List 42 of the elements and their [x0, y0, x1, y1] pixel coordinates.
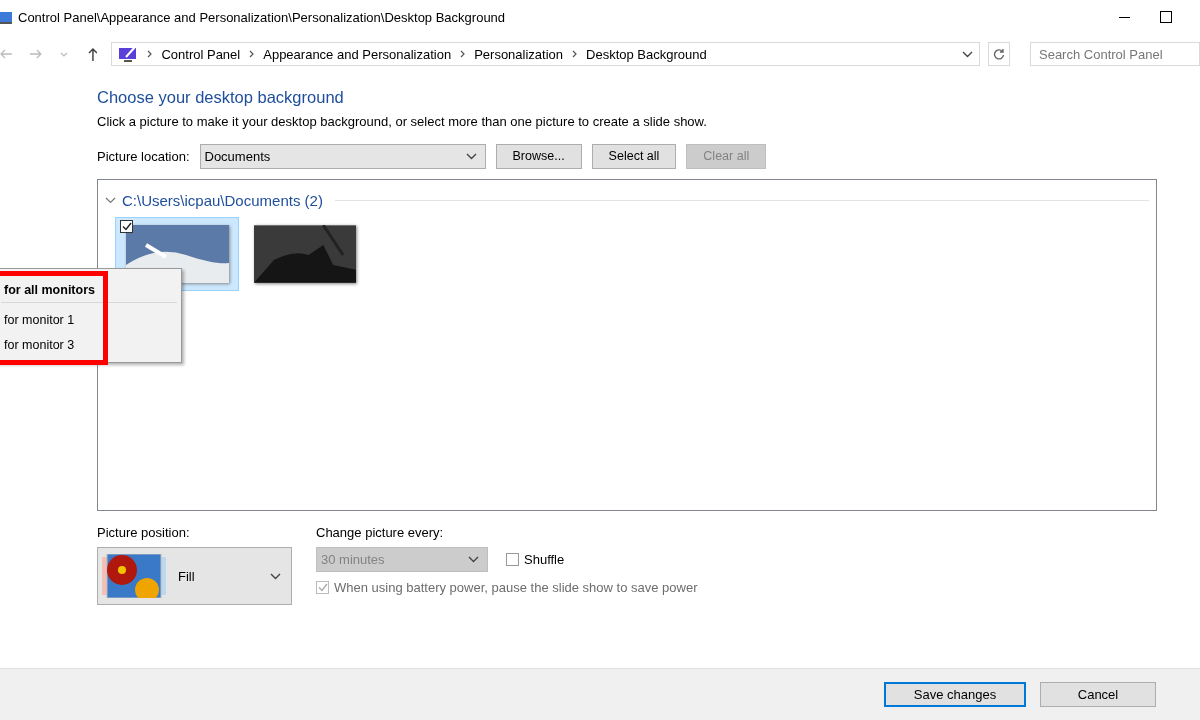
chevron-down-icon	[465, 152, 477, 160]
minimize-icon[interactable]	[1119, 16, 1130, 18]
window-title: Control Panel\Appearance and Personalization\Personalization\Desktop Background	[18, 9, 506, 25]
chevron-right-icon	[147, 50, 153, 58]
dialog-button[interactable]: Cancel	[1040, 682, 1156, 707]
description-text: Click a picture to make it your desktop background, or select more than one picture to create a slide show.	[97, 114, 708, 129]
breadcrumb[interactable]: Desktop Background	[586, 46, 707, 62]
chevron-down-icon[interactable]	[105, 197, 116, 204]
action-button[interactable]: Select all	[591, 143, 677, 169]
search-field[interactable]: Search Control Panel	[1030, 42, 1200, 66]
chevron-down-icon	[468, 556, 479, 563]
field-label: Picture position:	[97, 525, 191, 540]
checkbox[interactable]	[506, 553, 519, 566]
chevron-right-icon	[572, 50, 578, 58]
flower-picture-icon	[102, 554, 166, 598]
control-panel-icon	[118, 45, 139, 63]
checkbox-label: When using battery power, pause the slide show to save power	[334, 580, 698, 595]
page-heading: Choose your desktop background	[97, 88, 345, 107]
checkbox-label: Shuffle	[524, 552, 565, 567]
action-button[interactable]: Browse...	[495, 143, 582, 169]
field-label: Picture location:	[97, 148, 190, 164]
location-dropdown[interactable]: Documents	[199, 143, 486, 169]
refresh-button[interactable]	[988, 42, 1010, 66]
chevron-right-icon	[460, 50, 466, 58]
chevron-down-icon	[962, 50, 974, 58]
menu-item[interactable]: for all monitors	[0, 277, 181, 302]
position-dropdown[interactable]: Fill	[97, 547, 292, 605]
chevron-right-icon	[249, 50, 255, 58]
menu-item[interactable]: for monitor 1	[0, 307, 181, 332]
breadcrumb[interactable]: Personalization	[474, 46, 564, 62]
menu-item[interactable]: for monitor 3	[0, 332, 181, 357]
chevron-down-icon	[270, 572, 281, 580]
up-arrow-icon[interactable]	[87, 47, 98, 61]
control-panel-icon	[0, 9, 12, 25]
maximize-icon[interactable]	[1160, 11, 1172, 23]
field-label: Change picture every:	[316, 525, 445, 540]
refresh-icon	[993, 48, 1006, 60]
address-bar[interactable]: Control Panel Appearance and Personalization Personalization Desktop Background	[111, 42, 981, 66]
breadcrumb[interactable]: Appearance and Personalization	[263, 46, 452, 62]
group-header[interactable]: C:\Users\icpau\Documents (2)	[122, 192, 323, 209]
breadcrumb[interactable]: Control Panel	[161, 46, 241, 62]
dialog-button[interactable]: Save changes	[884, 682, 1026, 707]
